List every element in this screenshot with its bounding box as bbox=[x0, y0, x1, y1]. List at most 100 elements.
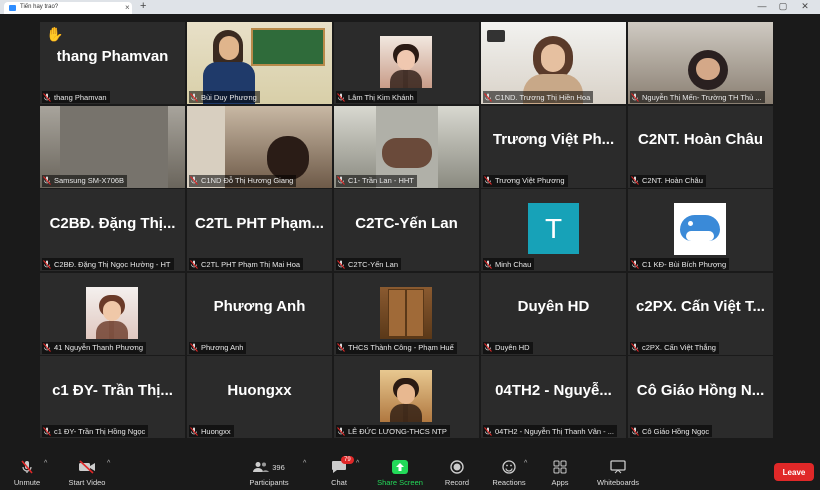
participant-name-label: Phương Anh bbox=[189, 341, 247, 354]
video-gallery: thang Phamvan ✋ thang Phamvan Bùi Duy Phươn… bbox=[40, 22, 776, 442]
participant-display-name: c1 ĐY- Trần Thị... bbox=[52, 381, 173, 399]
video-options-caret[interactable]: ^ bbox=[107, 460, 110, 467]
chat-button[interactable]: 79 Chat bbox=[322, 456, 356, 490]
participant-name-label: C1- Trần Lan - HHT bbox=[336, 174, 417, 187]
minimize-icon[interactable]: — bbox=[755, 1, 769, 11]
participant-name-label: 41 Nguyễn Thanh Phương bbox=[42, 341, 147, 354]
participant-name-label: Huongxx bbox=[189, 425, 234, 437]
participant-name-label: Bùi Duy Phương bbox=[189, 91, 260, 103]
participant-tile[interactable]: Lâm Thị Kim Khánh bbox=[334, 22, 479, 104]
participant-tile[interactable]: Trương Việt Ph... Trương Việt Phương bbox=[481, 105, 626, 188]
record-icon bbox=[450, 460, 464, 474]
participant-name-label: Minh Chau bbox=[483, 258, 535, 270]
avatar bbox=[380, 286, 432, 339]
browser-tab-bar: Tiến hay trao? × + — ▢ ✕ bbox=[0, 0, 820, 14]
participant-tile[interactable]: C2TL PHT Phạm... C2TL PHT Phạm Thị Mai Ho… bbox=[187, 189, 332, 271]
participant-tile[interactable]: thang Phamvan ✋ thang Phamvan bbox=[40, 22, 185, 104]
reactions-button[interactable]: Reactions bbox=[490, 456, 528, 490]
participant-display-name: c2PX. Cấn Việt T... bbox=[636, 298, 765, 315]
avatar bbox=[86, 286, 138, 339]
participant-name-label: Samsung SM-X706B bbox=[42, 174, 128, 187]
participant-tile[interactable]: Cô Giáo Hồng N... Cô Giáo Hồng Ngọc bbox=[628, 356, 773, 438]
avatar: T bbox=[528, 203, 579, 254]
participant-tile[interactable]: Phương Anh Phương Anh bbox=[187, 272, 332, 355]
participant-tile[interactable]: C2BĐ. Đặng Thị... C2BĐ. Đặng Thị Ngọc Hườ… bbox=[40, 189, 185, 271]
participants-button[interactable]: 396 Participants bbox=[244, 456, 294, 490]
mic-muted-icon bbox=[631, 176, 639, 185]
participants-count: 396 bbox=[272, 462, 285, 472]
mic-muted-icon bbox=[631, 426, 639, 436]
reactions-options-caret[interactable]: ^ bbox=[524, 460, 527, 467]
browser-tab[interactable]: Tiến hay trao? × bbox=[4, 2, 132, 14]
reactions-icon bbox=[502, 460, 516, 474]
mic-muted-icon bbox=[190, 92, 198, 102]
unmute-button[interactable]: Unmute bbox=[8, 456, 46, 490]
participant-name-label: C2TC-Yến Lan bbox=[336, 258, 402, 270]
participant-display-name: C2TL PHT Phạm... bbox=[195, 214, 324, 232]
participant-tile[interactable]: Nguyễn Thị Mến- Trường TH Thủ ... bbox=[628, 22, 773, 104]
participant-display-name: C2NT. Hoàn Châu bbox=[637, 131, 763, 148]
participant-tile[interactable]: C1ND. Trương Thị Hiền Hoa bbox=[481, 22, 626, 104]
restore-icon[interactable]: ▢ bbox=[776, 1, 790, 12]
avatar bbox=[380, 370, 432, 422]
mic-muted-icon bbox=[190, 343, 198, 352]
mic-muted-icon bbox=[484, 426, 492, 436]
mic-muted-icon bbox=[484, 259, 492, 269]
participant-tile[interactable]: Bùi Duy Phương bbox=[187, 22, 332, 104]
participant-tile[interactable]: LÊ ĐỨC LƯƠNG-THCS NTP bbox=[334, 356, 479, 438]
participant-display-name: 04TH2 - Nguyễ... bbox=[495, 381, 612, 399]
participant-tile[interactable]: C1 KĐ- Bùi Bích Phượng bbox=[628, 189, 773, 271]
mic-muted-icon bbox=[337, 259, 345, 269]
mic-muted-icon bbox=[484, 176, 492, 185]
participant-tile[interactable]: c2PX. Cấn Việt T... c2PX. Cấn Việt Thắng bbox=[628, 272, 773, 355]
mic-muted-icon bbox=[190, 259, 198, 269]
participant-tile[interactable]: T Minh Chau bbox=[481, 189, 626, 271]
mic-muted-icon bbox=[190, 426, 198, 436]
tab-close-icon[interactable]: × bbox=[125, 3, 130, 12]
zoom-meeting-window: Tiến hay trao? × + — ▢ ✕ thang Phamvan ✋ t… bbox=[0, 0, 820, 490]
participant-tile[interactable]: 41 Nguyễn Thanh Phương bbox=[40, 272, 185, 355]
participant-display-name: Duyên HD bbox=[517, 298, 590, 315]
mic-muted-icon bbox=[337, 92, 345, 102]
participant-tile[interactable]: C1ND Đỗ Thị Hương Giang bbox=[187, 105, 332, 188]
start-video-button[interactable]: Start Video bbox=[64, 456, 110, 490]
mic-muted-icon bbox=[337, 176, 345, 185]
record-button[interactable]: Record bbox=[440, 456, 474, 490]
participant-tile[interactable]: THCS Thành Công - Phạm Huế bbox=[334, 272, 479, 355]
leave-button[interactable]: Leave bbox=[774, 463, 814, 481]
mic-muted-icon bbox=[484, 92, 492, 102]
mic-muted-icon bbox=[19, 458, 35, 476]
participant-display-name: Cô Giáo Hồng N... bbox=[636, 381, 765, 399]
participants-options-caret[interactable]: ^ bbox=[303, 460, 306, 467]
participant-tile[interactable]: Samsung SM-X706B bbox=[40, 105, 185, 188]
participant-name-label: C1 KĐ- Bùi Bích Phượng bbox=[630, 258, 730, 270]
audio-options-caret[interactable]: ^ bbox=[44, 460, 47, 467]
mic-muted-icon bbox=[43, 426, 51, 436]
mic-muted-icon bbox=[43, 176, 51, 185]
apps-icon bbox=[553, 460, 567, 474]
share-screen-button[interactable]: Share Screen bbox=[374, 456, 426, 490]
mic-muted-icon bbox=[43, 92, 51, 102]
new-tab-button[interactable]: + bbox=[140, 0, 146, 12]
window-close-icon[interactable]: ✕ bbox=[798, 1, 812, 12]
participant-tile[interactable]: Duyên HD Duyên HD bbox=[481, 272, 626, 355]
participant-tile[interactable]: C2NT. Hoàn Châu C2NT. Hoàn Châu bbox=[628, 105, 773, 188]
participant-tile[interactable]: C2TC-Yến Lan C2TC-Yến Lan bbox=[334, 189, 479, 271]
participants-icon bbox=[253, 462, 270, 472]
mic-muted-icon bbox=[43, 343, 51, 352]
raised-hand-icon: ✋ bbox=[46, 26, 64, 42]
participant-name-label: C1ND. Trương Thị Hiền Hoa bbox=[483, 91, 594, 103]
chat-options-caret[interactable]: ^ bbox=[356, 460, 359, 467]
participant-name-label: Duyên HD bbox=[483, 341, 533, 354]
participant-tile[interactable]: C1- Trần Lan - HHT bbox=[334, 105, 479, 188]
participant-tile[interactable]: Huongxx Huongxx bbox=[187, 356, 332, 438]
mic-muted-icon bbox=[631, 92, 639, 102]
apps-button[interactable]: Apps bbox=[544, 456, 576, 490]
participant-tile[interactable]: c1 ĐY- Trần Thị... c1 ĐY- Trần Thị Hồng N… bbox=[40, 356, 185, 438]
participant-name-label: C1ND Đỗ Thị Hương Giang bbox=[189, 174, 297, 187]
participant-display-name: Phương Anh bbox=[213, 298, 306, 315]
whiteboards-button[interactable]: Whiteboards bbox=[592, 456, 644, 490]
participant-display-name: C2BĐ. Đặng Thị... bbox=[49, 214, 176, 232]
participant-tile[interactable]: 04TH2 - Nguyễ... 04TH2 - Nguyễn Thị Thanh… bbox=[481, 356, 626, 438]
share-screen-icon bbox=[392, 460, 408, 474]
